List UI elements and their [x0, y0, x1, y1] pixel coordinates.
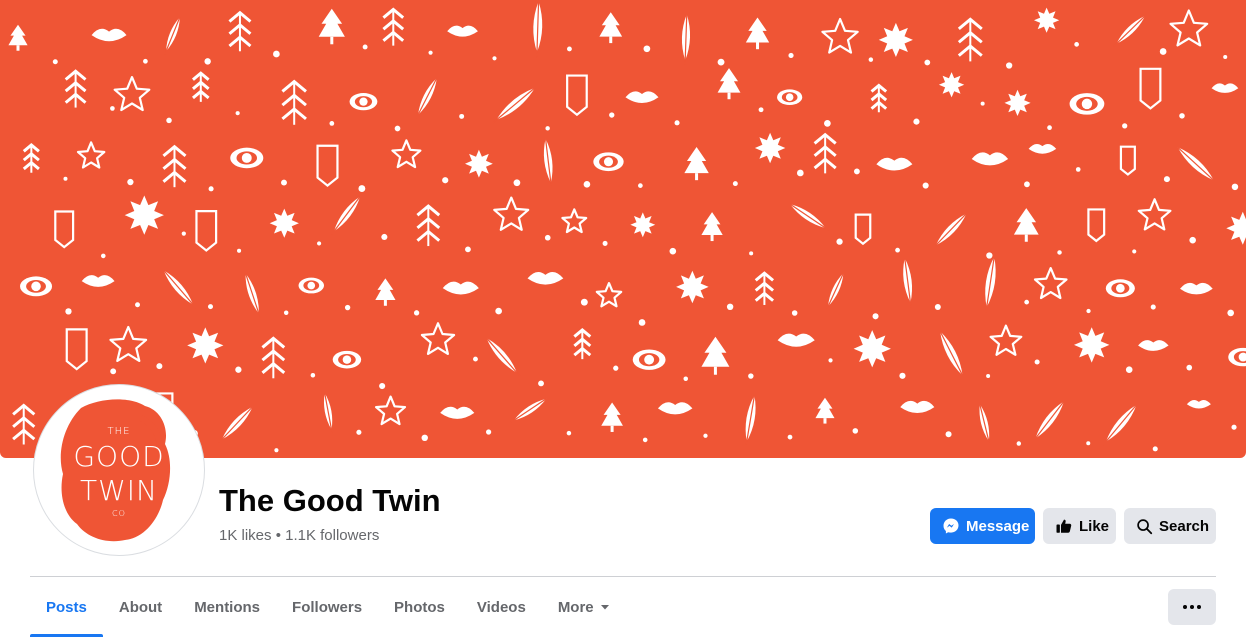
tab-about[interactable]: About	[103, 578, 178, 636]
search-button[interactable]: Search	[1124, 508, 1216, 544]
avatar: THE GOOD TWIN CO	[37, 388, 201, 552]
header-divider	[30, 576, 1216, 577]
tab-label: Mentions	[194, 598, 261, 616]
tab-videos[interactable]: Videos	[461, 578, 542, 636]
logo-line-co: CO	[112, 509, 126, 518]
search-button-label: Search	[1159, 517, 1210, 535]
search-icon	[1137, 518, 1153, 534]
profile-picture[interactable]: THE GOOD TWIN CO	[33, 384, 205, 556]
ellipsis-icon	[1182, 605, 1203, 609]
logo-line-the: THE	[107, 426, 131, 437]
tab-photos[interactable]: Photos	[378, 578, 461, 636]
like-button-label: Like	[1079, 517, 1110, 535]
tab-label: About	[118, 598, 163, 616]
tab-label: Photos	[394, 598, 445, 616]
logo-line-good: GOOD	[73, 440, 165, 473]
page-stats[interactable]: 1K likes • 1.1K followers	[219, 527, 379, 544]
page-tabs: Posts About Mentions Followers Photos Vi…	[30, 578, 626, 637]
tab-label: Videos	[476, 598, 526, 616]
tab-label: More	[557, 598, 594, 616]
tab-more[interactable]: More	[542, 578, 626, 636]
messenger-icon	[943, 518, 959, 534]
more-options-button[interactable]	[1168, 589, 1216, 625]
tab-posts[interactable]: Posts	[30, 578, 103, 637]
logo-line-twin: TWIN	[80, 474, 158, 507]
thumbs-up-icon	[1056, 519, 1072, 533]
message-button-label: Message	[966, 517, 1030, 535]
message-button[interactable]: Message	[930, 508, 1035, 544]
like-button[interactable]: Like	[1043, 508, 1116, 544]
tab-followers[interactable]: Followers	[276, 578, 378, 636]
caret-down-icon	[600, 605, 609, 610]
tab-label: Posts	[46, 598, 87, 616]
tab-label: Followers	[292, 598, 363, 616]
tab-mentions[interactable]: Mentions	[178, 578, 276, 636]
page-title: The Good Twin	[219, 483, 441, 518]
